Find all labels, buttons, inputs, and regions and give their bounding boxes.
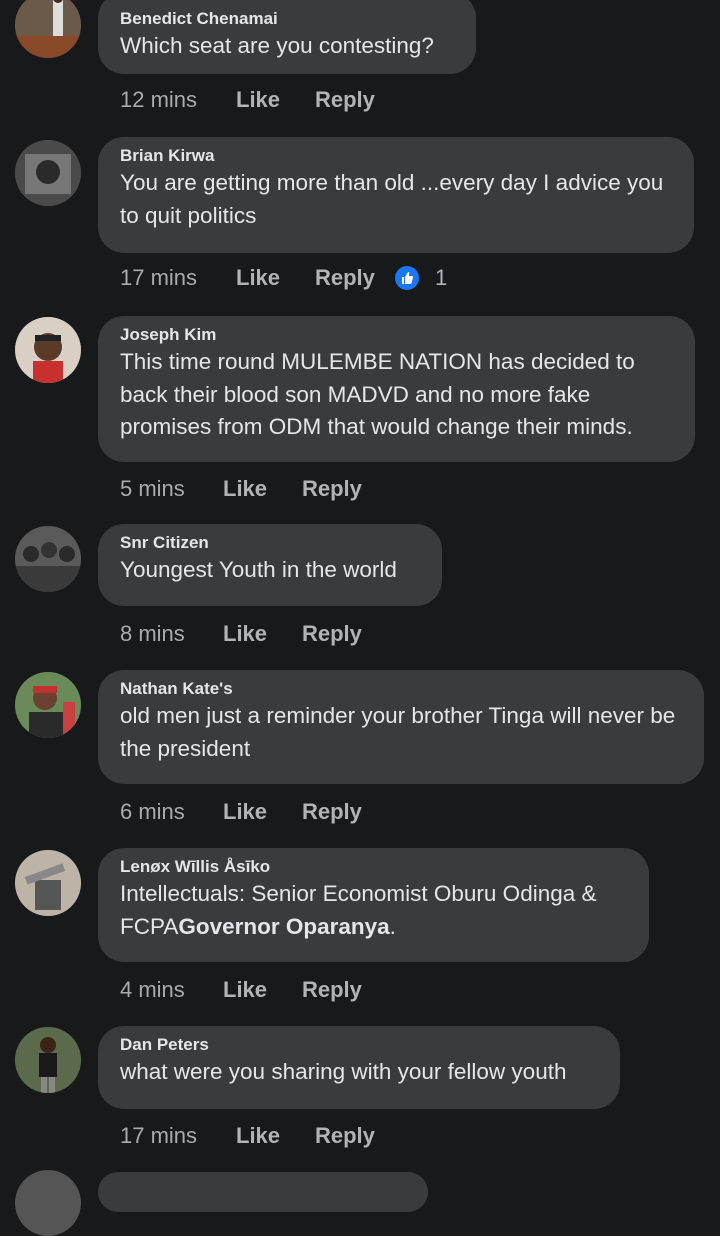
reply-button[interactable]: Reply [315,85,375,115]
comment-author[interactable]: Benedict Chenamai [120,8,454,29]
comment-text: old men just a reminder your brother Tin… [120,703,676,761]
reply-button[interactable]: Reply [315,263,375,293]
comment-time[interactable]: 6 mins [120,797,185,827]
avatar[interactable] [15,140,81,206]
comment-actions: 5 mins Like Reply [0,474,720,504]
comment-text-end: . [389,913,396,939]
avatar[interactable] [15,526,81,592]
like-button[interactable]: Like [236,263,280,293]
comment-actions: 17 mins Like Reply [0,1121,720,1151]
comment-actions: 12 mins Like Reply [0,85,720,115]
comment-time[interactable]: 4 mins [120,975,185,1005]
reply-button[interactable]: Reply [315,1121,375,1151]
reply-button[interactable]: Reply [302,797,362,827]
avatar[interactable] [15,1027,81,1093]
comment-text: Which seat are you contesting? [120,33,434,58]
like-reaction-icon[interactable] [395,266,419,290]
comment-actions: 6 mins Like Reply [0,797,720,827]
comment-actions: 8 mins Like Reply [0,619,720,649]
like-button[interactable]: Like [223,797,267,827]
reply-button[interactable]: Reply [302,975,362,1005]
comment-author[interactable]: Dan Peters [120,1034,598,1055]
comment-text: Youngest Youth in the world [120,557,397,582]
comment-text: what were you sharing with your fellow y… [120,1059,567,1084]
comment-author[interactable]: Nathan Kate's [120,678,682,699]
comment-text-bold: Governor Oparanya [178,913,390,939]
comment-author[interactable]: Joseph Kim [120,324,673,345]
comment-bubble [98,1172,428,1212]
reply-button[interactable]: Reply [302,474,362,504]
like-button[interactable]: Like [236,1121,280,1151]
comment-time[interactable]: 17 mins [120,1121,197,1151]
comment-actions: 4 mins Like Reply [0,975,720,1005]
comment-time[interactable]: 17 mins [120,263,197,293]
comment-time[interactable]: 12 mins [120,85,197,115]
comment-time[interactable]: 8 mins [120,619,185,649]
comment-bubble: Joseph Kim This time round MULEMBE NATIO… [98,316,695,462]
like-button[interactable]: Like [223,474,267,504]
comment-author[interactable]: Lenøx Wīllis Åsīko [120,856,627,877]
comment-bubble: Snr Citizen Youngest Youth in the world [98,524,442,606]
like-button[interactable]: Like [223,975,267,1005]
avatar[interactable] [15,672,81,738]
comment-text: Intellectuals: Senior Economist Oburu Od… [120,878,627,943]
comment-bubble: Lenøx Wīllis Åsīko Intellectuals: Senior… [98,848,649,962]
like-button[interactable]: Like [223,619,267,649]
avatar[interactable] [15,0,81,58]
like-button[interactable]: Like [236,85,280,115]
avatar[interactable] [15,317,81,383]
comment-author[interactable]: Snr Citizen [120,532,420,553]
avatar[interactable] [15,850,81,916]
comment-time[interactable]: 5 mins [120,474,185,504]
comment-bubble: Nathan Kate's old men just a reminder yo… [98,670,704,784]
comment-actions: 17 mins Like Reply 1 [0,263,720,293]
comment-text: You are getting more than old ...every d… [120,170,664,228]
reaction-count[interactable]: 1 [435,263,447,293]
comment-bubble: Dan Peters what were you sharing with yo… [98,1026,620,1109]
reply-button[interactable]: Reply [302,619,362,649]
comment-bubble: Benedict Chenamai Which seat are you con… [98,0,476,74]
comment-text: This time round MULEMBE NATION has decid… [120,349,635,439]
comment-bubble: Brian Kirwa You are getting more than ol… [98,137,694,253]
comment-author[interactable]: Brian Kirwa [120,145,672,166]
